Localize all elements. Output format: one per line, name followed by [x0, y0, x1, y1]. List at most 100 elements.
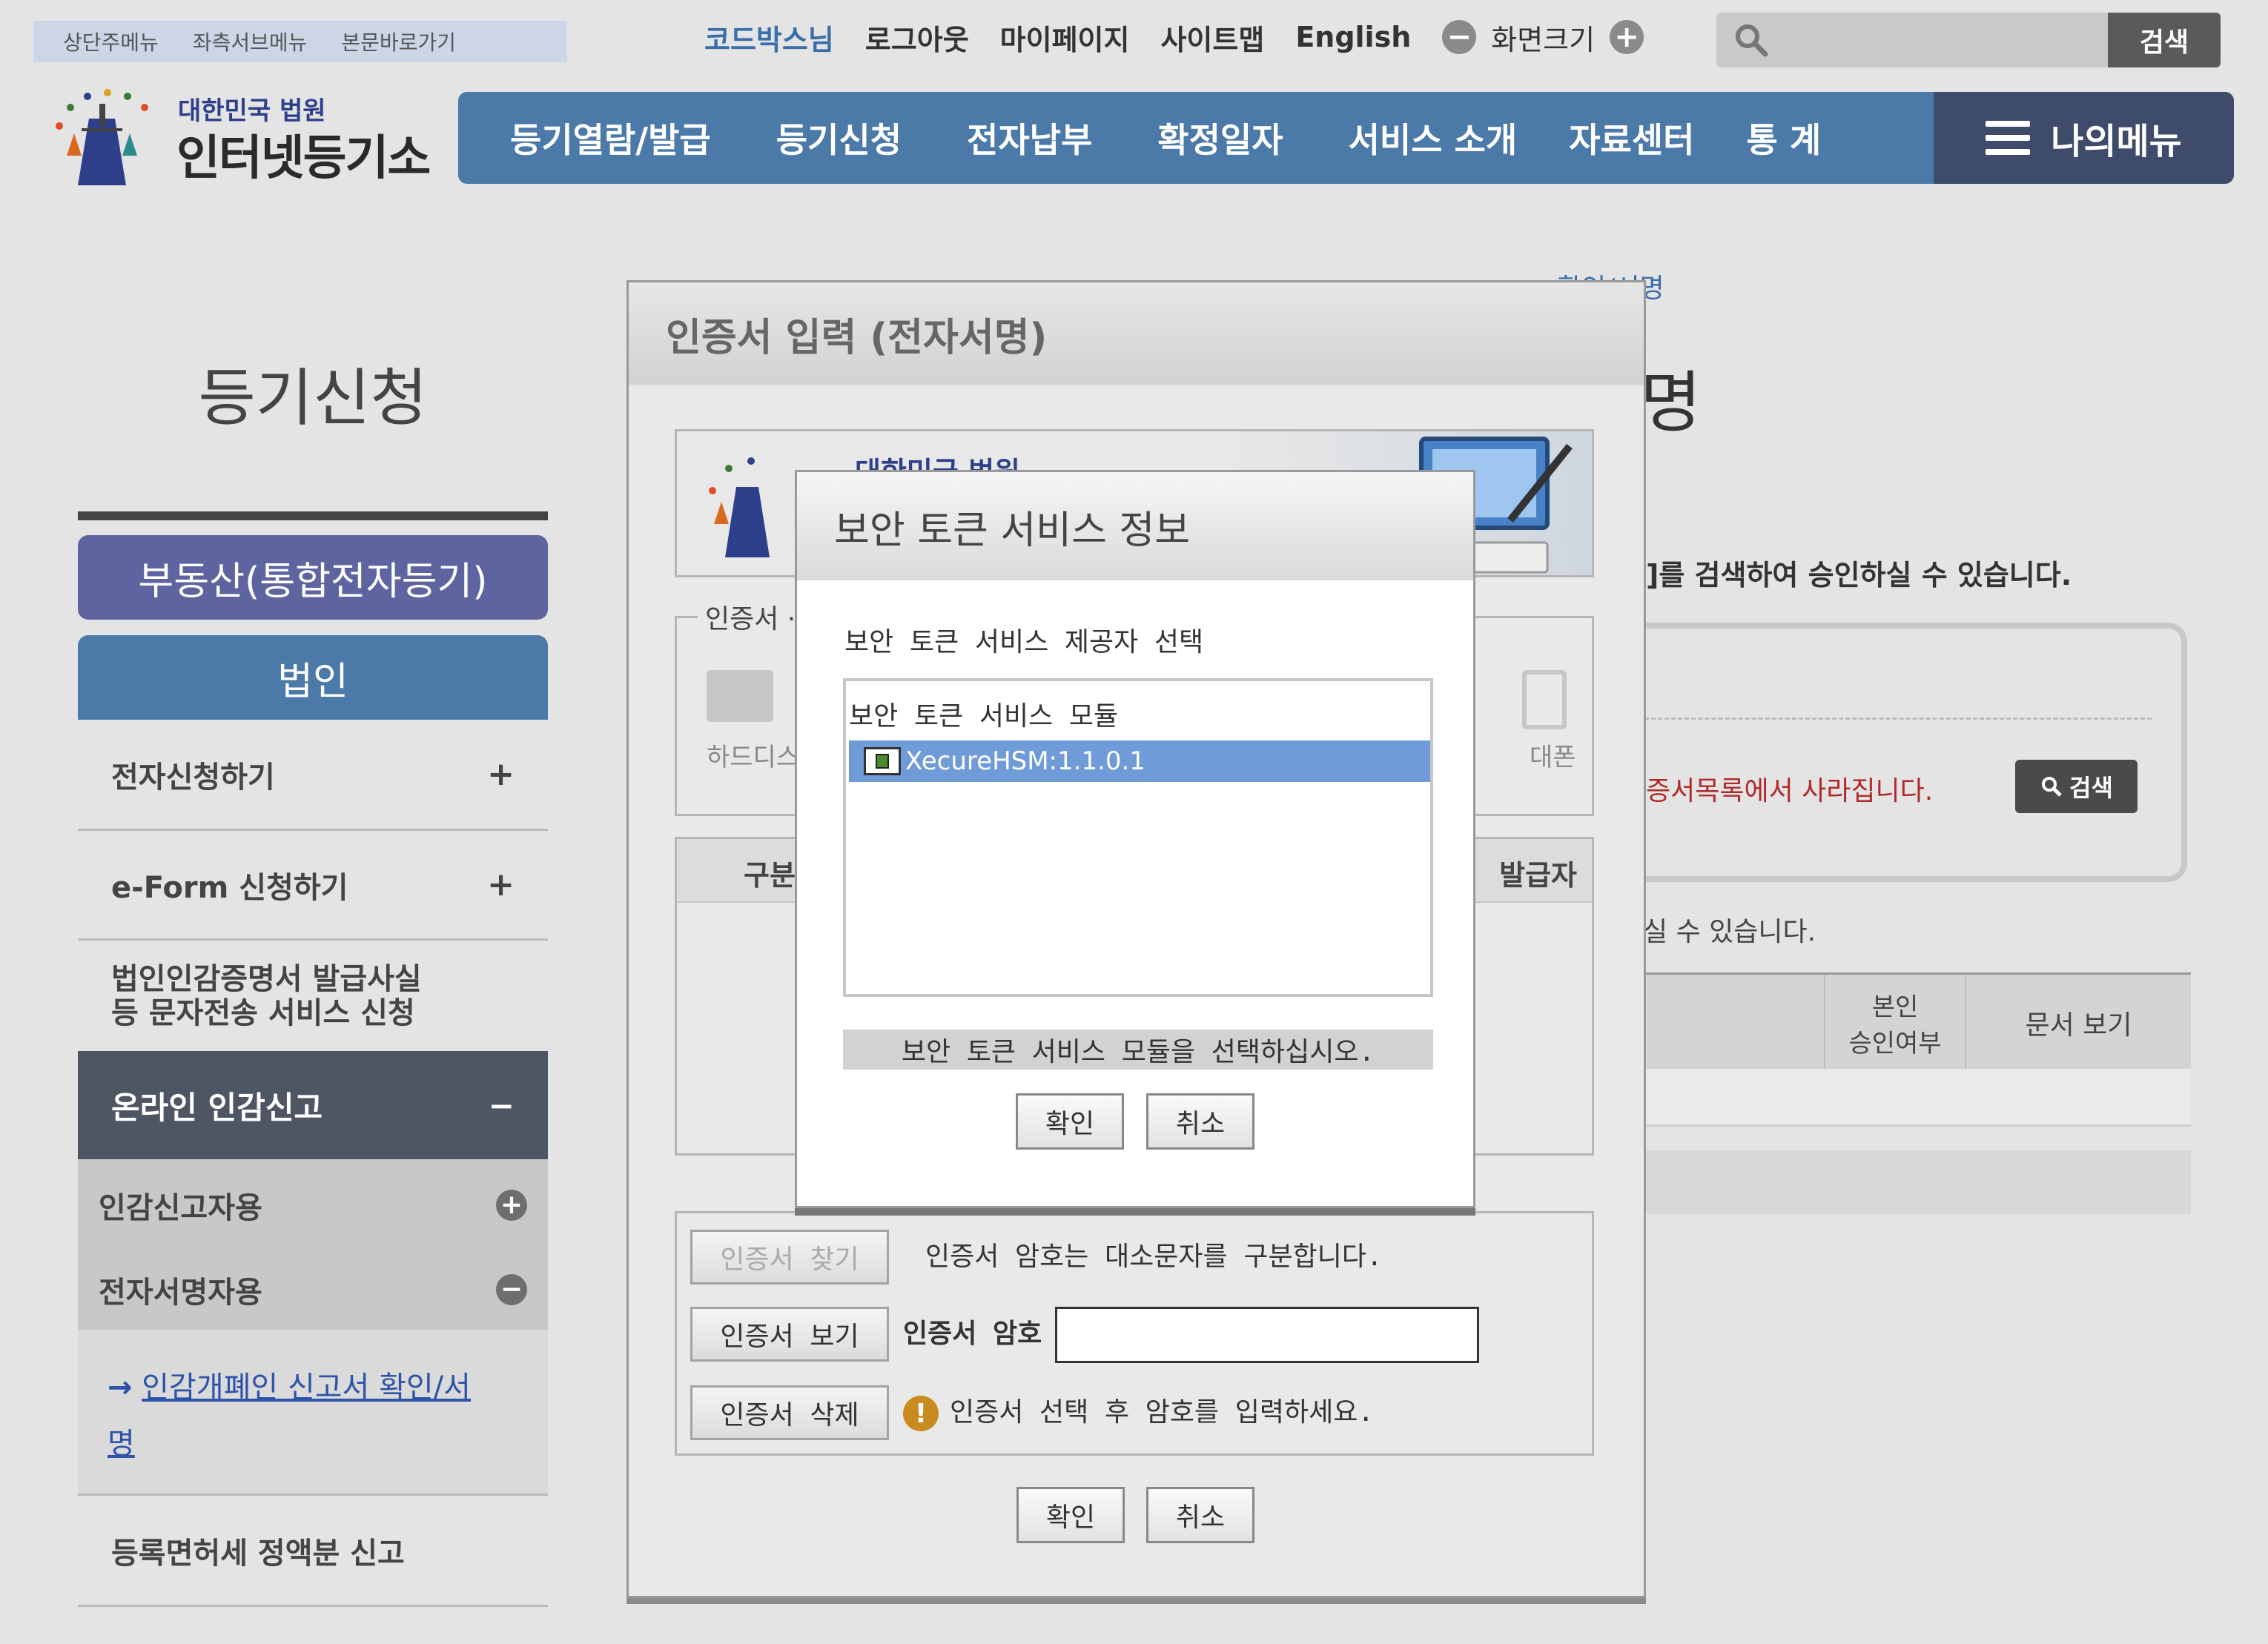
storage-phone-label[interactable]: 대폰 [1530, 737, 1576, 773]
arrow-right-icon: → [108, 1370, 133, 1405]
search-icon [2042, 777, 2062, 797]
search-panel [1594, 623, 2187, 882]
sidebar-item-online-seal[interactable]: 온라인 인감신고 − [78, 1051, 548, 1159]
sidebar-item-e-apply[interactable]: 전자신청하기 + [78, 720, 548, 831]
col-approval-line2: 승인여부 [1848, 1029, 1942, 1058]
zoom-out-icon[interactable]: − [1442, 20, 1477, 54]
warning-icon: ! [903, 1396, 939, 1431]
col-issuer: 발급자 [1499, 859, 1577, 892]
storage-hdd-label[interactable]: 하드디스 [707, 737, 799, 773]
token-chip-icon [864, 747, 901, 775]
document-table-header: 본인 승인여부 문서 보기 [1594, 972, 2191, 1071]
collapse-icon[interactable]: − [489, 1087, 515, 1124]
expand-icon[interactable]: + [487, 866, 515, 904]
sidebar-divider [78, 511, 548, 520]
search-icon [1736, 24, 1768, 57]
col-type: 구분 [744, 859, 796, 892]
sidebar-item-label: 법인인감증명서 발급사실 등 문자전송 서비스 신청 [111, 962, 422, 1030]
token-status-bar: 보안 토큰 서비스 모듈을 선택하십시오. [843, 1030, 1433, 1070]
site-search-input[interactable] [1716, 13, 2109, 67]
phone-icon[interactable] [1522, 670, 1567, 729]
hard-disk-icon[interactable] [707, 670, 773, 722]
logo-site-name: 인터넷등기소 [176, 131, 431, 186]
col-approval: 본인 승인여부 [1824, 975, 1965, 1071]
skip-link-left-menu[interactable]: 좌측서브메뉴 [193, 27, 308, 56]
token-module-list[interactable]: 보안 토큰 서비스 모듈 XecureHSM:1.1.0.1 [843, 678, 1433, 997]
my-menu-label: 나의메뉴 [2051, 121, 2182, 162]
certificate-cancel-button[interactable]: 취소 [1146, 1487, 1254, 1543]
mypage-link[interactable]: 마이페이지 [1000, 17, 1130, 58]
certificate-password-input[interactable] [1055, 1307, 1479, 1363]
english-link[interactable]: English [1295, 21, 1411, 53]
case-sensitive-note: 인증서 암호는 대소문자를 구분합니다. [925, 1242, 1383, 1272]
zoom-in-icon[interactable]: + [1610, 20, 1644, 54]
skip-link-top-menu[interactable]: 상단주메뉴 [63, 27, 159, 56]
court-emblem-icon [56, 89, 148, 185]
storage-legend: 인증서 · [698, 597, 804, 636]
security-token-dialog-title: 보안 토큰 서비스 정보 [797, 472, 1473, 580]
site-search-button[interactable]: 검색 [2108, 13, 2221, 67]
skip-link-content[interactable]: 본문바로가기 [341, 27, 456, 56]
sidebar-item-eform[interactable]: e-Form 신청하기 + [78, 831, 548, 941]
search-button[interactable]: 검색 [2015, 760, 2138, 813]
sidebar-submenu: 인감신고자용 + 전자서명자용 − [78, 1159, 548, 1330]
sidebar-item-registration-tax[interactable]: 등록면허세 정액분 신고 [78, 1496, 548, 1607]
certificate-actions: 인증서 찾기 인증서 암호는 대소문자를 구분합니다. 인증서 보기 인증서 암… [675, 1211, 1594, 1456]
certificate-ok-button[interactable]: 확인 [1016, 1487, 1125, 1543]
sidebar-title: 등기신청 [198, 362, 428, 434]
nav-item-statistics[interactable]: 통 계 [1746, 113, 1821, 162]
token-cancel-button[interactable]: 취소 [1146, 1093, 1254, 1150]
token-module-name: XecureHSM:1.1.0.1 [905, 746, 1145, 776]
find-certificate-button[interactable]: 인증서 찾기 [690, 1230, 889, 1285]
my-menu-button[interactable]: 나의메뉴 [1934, 92, 2234, 184]
sidebar-item-label: 온라인 인감신고 [111, 1089, 323, 1126]
security-token-dialog: 보안 토큰 서비스 정보 보안 토큰 서비스 제공자 선택 보안 토큰 서비스 … [795, 470, 1475, 1208]
sidebar-item-sms-service[interactable]: 법인인감증명서 발급사실 등 문자전송 서비스 신청 [78, 941, 548, 1051]
sidebar-subitem-seal-reporter[interactable]: 인감신고자용 + [99, 1176, 527, 1235]
nav-item-registration[interactable]: 등기신청 [776, 113, 902, 162]
site-logo[interactable]: 대한민국 법원 인터넷등기소 [44, 74, 431, 193]
document-table-row [1594, 1069, 2191, 1127]
sitemap-link[interactable]: 사이트맵 [1160, 17, 1264, 58]
sidebar-link-line2: 명 [108, 1427, 135, 1461]
nav-item-fixed-date[interactable]: 확정일자 [1157, 113, 1283, 162]
nav-item-epayment[interactable]: 전자납부 [967, 113, 1092, 162]
certificate-dialog-title: 인증서 입력 (전자서명) [629, 282, 1644, 385]
sidebar-subitem-e-signer[interactable]: 전자서명자용 − [99, 1260, 527, 1319]
token-module-list-header: 보안 토큰 서비스 모듈 [849, 701, 1119, 732]
court-emblem-icon [709, 457, 770, 557]
corporation-tab[interactable]: 법인 [78, 635, 548, 720]
page-description: ]를 검색하여 승인하실 수 있습니다. [1646, 559, 2072, 591]
nav-item-service-intro[interactable]: 서비스 소개 [1349, 113, 1518, 162]
password-hint: 인증서 선택 후 암호를 입력하세요. [950, 1397, 1375, 1428]
view-certificate-button[interactable]: 인증서 보기 [690, 1307, 889, 1362]
token-ok-button[interactable]: 확인 [1016, 1093, 1124, 1150]
minus-circle-icon[interactable]: − [496, 1274, 527, 1305]
logout-link[interactable]: 로그아웃 [865, 17, 969, 58]
nav-item-resources[interactable]: 자료센터 [1569, 113, 1694, 162]
col-view-document: 문서 보기 [1965, 975, 2191, 1071]
plus-circle-icon[interactable]: + [496, 1190, 527, 1221]
zoom-label: 화면크기 [1491, 23, 1596, 56]
password-label: 인증서 암호 [903, 1319, 1042, 1349]
provider-select-label: 보안 토큰 서비스 제공자 선택 [844, 627, 1204, 657]
sidebar-item-label: e-Form 신청하기 [111, 870, 348, 905]
search-button-label: 검색 [2069, 774, 2113, 802]
delete-certificate-button[interactable]: 인증서 삭제 [690, 1385, 889, 1440]
sidebar-sublink-box: → 인감개폐인 신고서 확인/서 명 [78, 1330, 548, 1496]
sidebar-item-label-line2: 등 문자전송 서비스 신청 [111, 995, 415, 1030]
main-nav-items: 등기열람/발급 등기신청 전자납부 확정일자 서비스 소개 자료센터 통 계 [458, 92, 1934, 184]
sidebar-item-label: 전자신청하기 [111, 760, 275, 795]
expand-icon[interactable]: + [487, 755, 515, 793]
sidebar-subitem-label: 인감신고자용 [99, 1191, 262, 1225]
token-module-item[interactable]: XecureHSM:1.1.0.1 [849, 740, 1430, 782]
zoom-control: − 화면크기 + [1442, 17, 1644, 58]
main-nav: 등기열람/발급 등기신청 전자납부 확정일자 서비스 소개 자료센터 통 계 나… [458, 92, 2234, 184]
sidebar-link-seal-confirm[interactable]: → 인감개폐인 신고서 확인/서 명 [108, 1359, 508, 1472]
realestate-tab[interactable]: 부동산(통합전자등기) [78, 535, 548, 620]
warning-text: 증서목록에서 사라집니다. [1646, 776, 1934, 806]
nav-item-view-issue[interactable]: 등기열람/발급 [510, 113, 711, 162]
skip-links: 상단주메뉴 좌측서브메뉴 본문바로가기 [33, 21, 567, 62]
col-approval-line1: 본인 [1871, 992, 1919, 1022]
user-name-link[interactable]: 코드박스님 [704, 17, 834, 58]
